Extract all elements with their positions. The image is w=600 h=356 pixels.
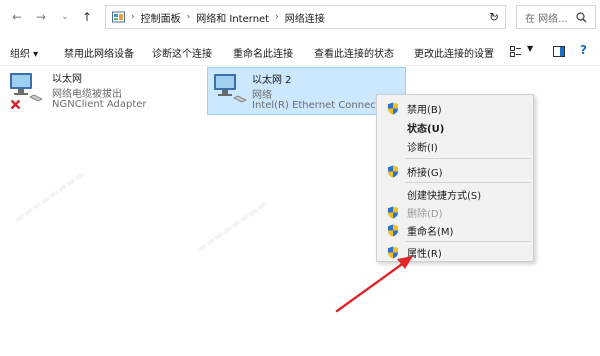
annotation-arrow <box>335 256 413 313</box>
arrow-shaft <box>335 260 407 313</box>
